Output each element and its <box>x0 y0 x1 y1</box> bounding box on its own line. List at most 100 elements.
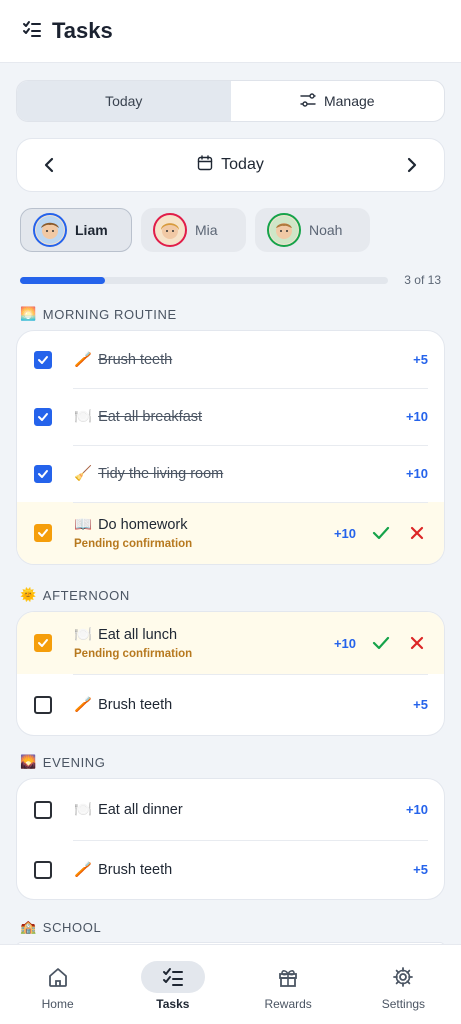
plate-icon: 🍽️ <box>74 627 93 643</box>
checkbox-pending[interactable] <box>34 524 52 542</box>
checkbox-unchecked[interactable] <box>34 695 52 714</box>
task-row[interactable]: 🪥 Brush teeth +5 <box>17 840 444 899</box>
progress-fill <box>20 277 105 284</box>
section-title-text: EVENING <box>42 754 106 770</box>
points-badge: +10 <box>405 802 428 817</box>
checkbox-unchecked[interactable] <box>34 800 52 819</box>
task-label-group: 🍽️ Eat all dinner <box>74 801 406 819</box>
section-title-text: SCHOOL <box>42 919 102 935</box>
section-title-morning: 🌅 MORNING ROUTINE <box>20 306 177 322</box>
task-name: Do homework <box>98 516 188 533</box>
checkbox-checked[interactable] <box>34 350 52 369</box>
tab-label: Rewards <box>264 997 312 1011</box>
child-chip-liam[interactable]: Liam <box>20 208 132 252</box>
task-label-group: 🪥 Brush teeth <box>74 351 413 369</box>
points-badge: +5 <box>413 697 428 712</box>
tab-home[interactable]: Home <box>0 945 115 1024</box>
gift-icon <box>256 961 320 993</box>
approve-check-icon[interactable] <box>370 632 392 654</box>
task-row-pending[interactable]: 🍽️ Eat all lunch Pending confirmation +10 <box>17 612 444 674</box>
avatar <box>267 213 301 247</box>
sun-icon: 🌞 <box>20 587 37 602</box>
section-title-text: AFTERNOON <box>42 587 130 603</box>
reject-x-icon[interactable] <box>406 632 428 654</box>
task-name: Eat all dinner <box>98 801 183 818</box>
book-icon: 📖 <box>74 517 93 533</box>
chevron-right-icon[interactable] <box>402 155 422 175</box>
points-badge: +5 <box>413 862 428 877</box>
task-title: 📖 Do homework <box>74 516 334 534</box>
checkbox-pending[interactable] <box>34 634 52 652</box>
tab-label: Home <box>41 997 74 1011</box>
task-name: Tidy the living room <box>98 465 224 482</box>
task-row[interactable]: 🍽️ Eat all dinner +10 <box>17 779 444 840</box>
child-name: Noah <box>309 222 343 238</box>
manage-view-button[interactable]: Manage <box>231 81 445 121</box>
progress-bar <box>20 277 388 284</box>
checkbox-unchecked[interactable] <box>34 860 52 879</box>
toothbrush-icon: 🪥 <box>74 697 93 713</box>
task-name: Brush teeth <box>98 351 173 368</box>
approve-check-icon[interactable] <box>370 522 392 544</box>
child-name: Mia <box>195 222 218 238</box>
tab-label: Tasks <box>156 997 190 1011</box>
section-title-evening: 🌄 EVENING <box>20 754 106 770</box>
task-name: Eat all breakfast <box>98 408 203 425</box>
task-card-morning: 🪥 Brush teeth +5 🍽️ Eat all breakfast +10 … <box>16 330 445 565</box>
section-title-afternoon: 🌞 AFTERNOON <box>20 587 130 603</box>
bottom-tab-bar: Home Tasks Rewards Settings <box>0 944 461 1024</box>
child-chip-mia[interactable]: Mia <box>141 208 246 252</box>
task-card-afternoon: 🍽️ Eat all lunch Pending confirmation +10… <box>16 611 445 736</box>
task-label-group: 🍽️ Eat all breakfast <box>74 408 406 426</box>
checklist-icon <box>140 961 205 993</box>
task-title: 🪥 Brush teeth <box>74 351 413 369</box>
home-icon <box>26 961 90 993</box>
sliders-icon <box>300 92 316 111</box>
points-badge: +10 <box>333 635 356 651</box>
pending-status: Pending confirmation <box>74 648 193 660</box>
child-selector: Liam Mia Noah <box>20 208 370 252</box>
task-row[interactable]: 🧹 Tidy the living room +10 <box>17 445 444 502</box>
checkbox-checked[interactable] <box>34 464 52 483</box>
task-label-group: 🧹 Tidy the living room <box>74 465 406 483</box>
task-name: Eat all lunch <box>98 626 178 643</box>
date-navigator: Today <box>16 138 445 192</box>
tab-tasks[interactable]: Tasks <box>115 945 230 1024</box>
avatar <box>33 213 67 247</box>
page-title: Tasks <box>52 18 113 43</box>
checklist-icon <box>22 19 42 44</box>
sunset-icon: 🌄 <box>20 754 37 769</box>
plate-icon: 🍽️ <box>74 409 93 425</box>
tab-rewards[interactable]: Rewards <box>231 945 346 1024</box>
broom-icon: 🧹 <box>74 466 93 482</box>
checkbox-checked[interactable] <box>34 407 52 426</box>
points-badge: +10 <box>333 525 356 541</box>
task-label-group: 📖 Do homework Pending confirmation <box>74 516 334 551</box>
progress-label: 3 of 13 <box>404 273 441 287</box>
sunrise-icon: 🌅 <box>20 306 37 321</box>
child-chip-noah[interactable]: Noah <box>255 208 370 252</box>
manage-view-label: Manage <box>323 93 375 109</box>
task-title: 🍽️ Eat all lunch <box>74 626 334 644</box>
task-row[interactable]: 🍽️ Eat all breakfast +10 <box>17 388 444 445</box>
chevron-left-icon[interactable] <box>39 155 59 175</box>
date-label-group[interactable]: Today <box>197 154 264 176</box>
date-label: Today <box>221 156 264 173</box>
toothbrush-icon: 🪥 <box>74 352 93 368</box>
child-name: Liam <box>75 222 108 238</box>
task-row[interactable]: 🪥 Brush teeth +5 <box>17 331 444 388</box>
section-title-school: 🏫 SCHOOL <box>20 919 101 935</box>
reject-x-icon[interactable] <box>406 522 428 544</box>
gear-icon <box>371 961 435 993</box>
task-row[interactable]: 🪥 Brush teeth +5 <box>17 674 444 735</box>
task-title: 🍽️ Eat all dinner <box>74 801 406 819</box>
tab-settings[interactable]: Settings <box>346 945 461 1024</box>
pending-status: Pending confirmation <box>74 538 193 550</box>
task-name: Brush teeth <box>98 696 173 713</box>
view-toggle: Today Manage <box>16 80 445 122</box>
toothbrush-icon: 🪥 <box>74 862 93 878</box>
task-title: 🍽️ Eat all breakfast <box>74 408 406 426</box>
task-row-pending[interactable]: 📖 Do homework Pending confirmation +10 <box>17 502 444 564</box>
today-view-button[interactable]: Today <box>17 81 231 121</box>
task-label-group: 🪥 Brush teeth <box>74 696 413 714</box>
